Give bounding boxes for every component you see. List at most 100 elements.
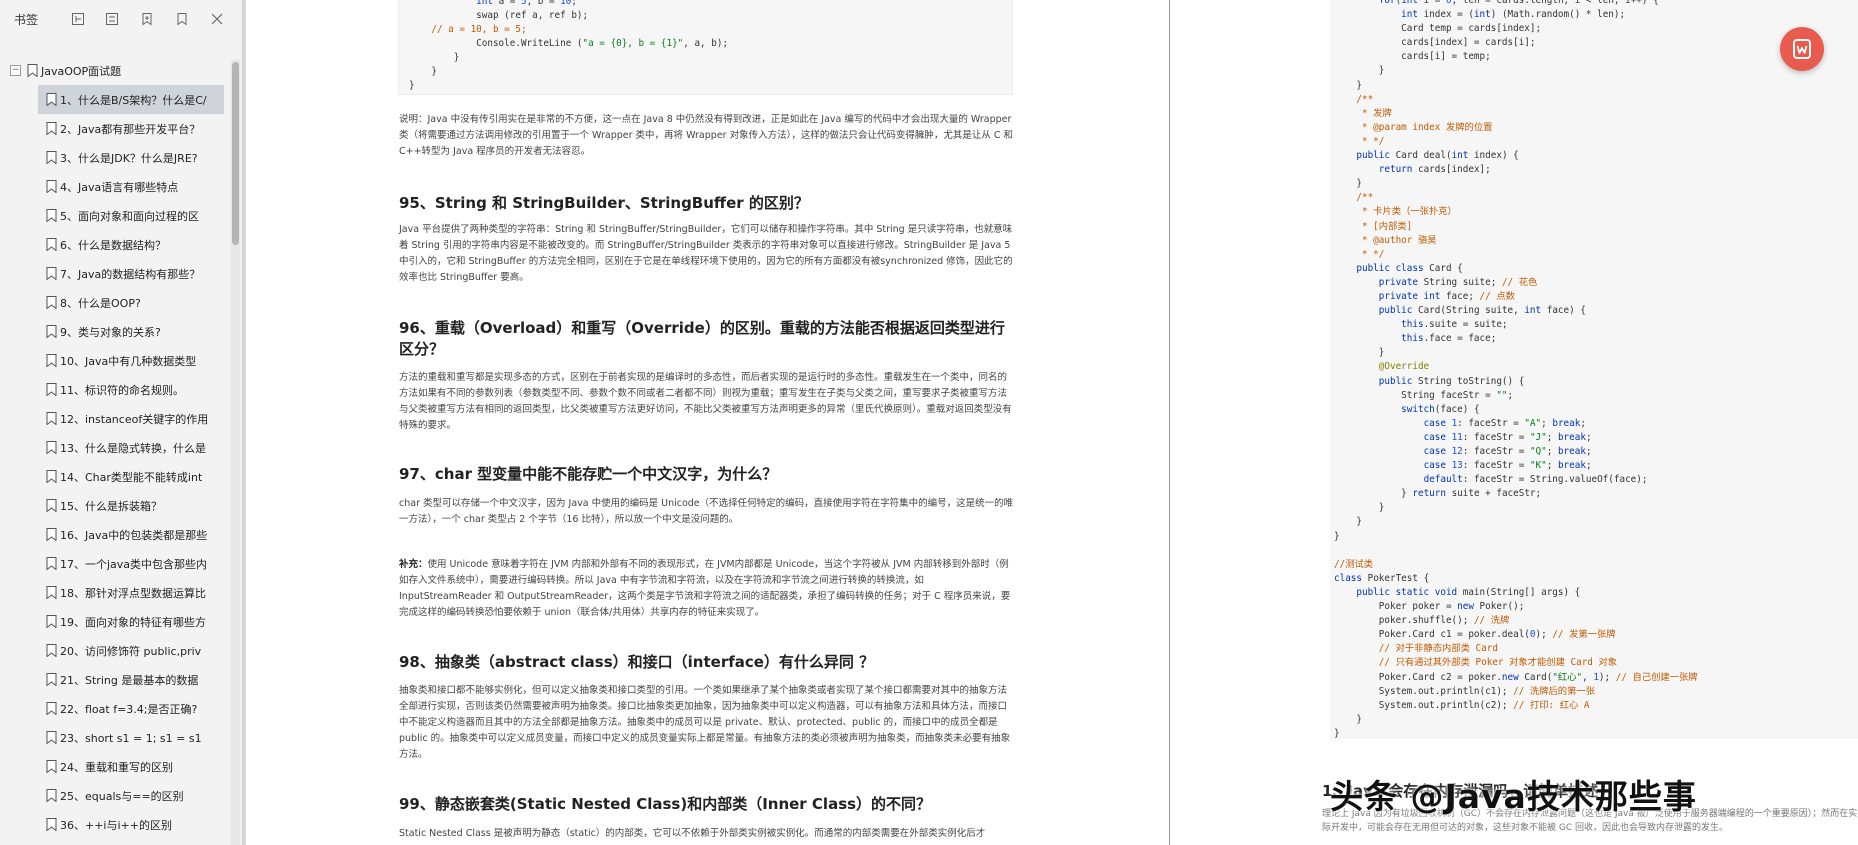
- close-icon[interactable]: [207, 9, 226, 29]
- bookmark-item[interactable]: 8、什么是OOP?: [38, 288, 224, 317]
- bookmark-item[interactable]: 18、那针对浮点型数据运算比: [38, 578, 224, 607]
- bookmark-item-label: 3、什么是JDK？什么是JRE?: [60, 151, 198, 165]
- code-line: public Card(String suite, int face) {: [1334, 304, 1858, 318]
- bookmark-item[interactable]: 21、String 是最基本的数据: [38, 665, 224, 694]
- code-token: ;: [571, 0, 577, 7]
- code-token: Card deal(: [1389, 150, 1452, 162]
- code-line: public class Card {: [1334, 262, 1858, 276]
- bookmark-root[interactable]: − JavaOOP面试题: [0, 56, 230, 85]
- bookmark-item[interactable]: 3、什么是JDK？什么是JRE?: [38, 143, 224, 172]
- code-token: System.out.println(c2);: [1334, 699, 1514, 711]
- code-line: }: [1334, 713, 1858, 727]
- code-line: switch(face) {: [1334, 403, 1858, 417]
- code-listing: for(int i = 0, len = cards.length; i < l…: [1334, 0, 1858, 739]
- code-token: .suite = suite;: [1423, 319, 1508, 331]
- code-line: }: [1334, 501, 1858, 515]
- bookmark-item[interactable]: 2、Java都有那些开发平台？: [38, 114, 224, 143]
- bookmark-item[interactable]: 25、equals与==的区别: [38, 781, 224, 810]
- code-line: case 13: faceStr = "K"; break;: [1334, 459, 1858, 473]
- code-line: public static void main(String[] args) {: [1334, 586, 1858, 600]
- collapse-all-icon[interactable]: [103, 9, 122, 29]
- bookmark-item[interactable]: 12、instanceof关键字的作用: [38, 404, 224, 433]
- code-token: class: [1334, 572, 1362, 584]
- code-line: }: [1334, 346, 1858, 360]
- code-line: poker.shuffle(); // 洗牌: [1334, 614, 1858, 628]
- bookmark-scrollbar[interactable]: [231, 60, 240, 845]
- code-token: );: [1535, 629, 1553, 641]
- bookmark-item[interactable]: 11、标识符的命名规则。: [38, 375, 224, 404]
- bookmark-item-label: 1、什么是B/S架构？什么是C/: [60, 93, 207, 107]
- bookmark-icon: [46, 93, 57, 106]
- code-token: Card temp = cards[index];: [1334, 23, 1542, 35]
- code-token: public class: [1356, 262, 1424, 274]
- paragraph-95: Java 平台提供了两种类型的字符串：String 和 StringBuffer…: [399, 224, 1013, 283]
- bookmark-item[interactable]: 14、Char类型能不能转成int: [38, 462, 224, 491]
- code-token: : faceStr =: [1462, 431, 1530, 443]
- bookmark-item[interactable]: 9、类与对象的关系?: [38, 317, 224, 346]
- code-token: String suite;: [1417, 276, 1502, 288]
- bookmark-item[interactable]: 5、面向对象和面向过程的区: [38, 201, 224, 230]
- floating-app-button[interactable]: [1780, 27, 1824, 71]
- bookmark-item[interactable]: 1、什么是B/S架构？什么是C/: [38, 85, 224, 114]
- code-token: // 只有通过其外部类 Poker 对象才能创建 Card 对象: [1334, 657, 1618, 669]
- bookmark-item-label: 13、什么是隐式转换，什么是: [60, 441, 206, 455]
- code-token: // 发第一张牌: [1552, 629, 1616, 641]
- bookmark-item[interactable]: 20、访问修饰符 public,priv: [38, 636, 224, 665]
- bookmark-item-label: 8、什么是OOP?: [60, 296, 141, 310]
- code-token: : faceStr =: [1462, 460, 1530, 472]
- code-token: ;: [1541, 417, 1553, 429]
- heading-95: 95、String 和 StringBuilder、StringBuffer 的…: [399, 194, 809, 212]
- code-block-swap: int a = 5, b = 10; swap (ref a, ref b); …: [398, 0, 1013, 95]
- code-line: * @author 骆昊: [1334, 234, 1858, 248]
- code-token: // 对于非静态内部类 Card: [1334, 643, 1498, 655]
- bookmark-item[interactable]: 7、Java的数据结构有那些？: [38, 259, 224, 288]
- paragraph-96: 方法的重载和重写都是实现多态的方式，区别在于前者实现的是编译时的多态性，而后者实…: [399, 372, 1012, 431]
- expand-all-icon[interactable]: [68, 9, 87, 29]
- code-token: ;: [1585, 431, 1592, 443]
- collapse-toggle-icon[interactable]: −: [10, 65, 21, 76]
- code-token: .face = face;: [1423, 333, 1497, 345]
- code-line: swap (ref a, ref b);: [409, 9, 1012, 23]
- heading-99: 99、静态嵌套类(Static Nested Class)和内部类（Inner …: [399, 795, 932, 813]
- code-token: poker.shuffle();: [1334, 615, 1474, 627]
- bookmark-item[interactable]: 23、short s1 = 1; s1 = s1: [38, 723, 224, 752]
- bookmark-icon: [46, 470, 57, 483]
- bookmark-outline-icon[interactable]: [173, 9, 192, 29]
- code-token: return: [1412, 488, 1446, 500]
- code-listing: int a = 5, b = 10; swap (ref a, ref b); …: [409, 0, 1012, 93]
- code-token: }: [1334, 488, 1413, 500]
- bookmark-item[interactable]: 10、Java中有几种数据类型: [38, 346, 224, 375]
- note-paragraph: 说明：Java 中没有传引用实在是非常的不方便，这一点在 Java 8 中仍然没…: [399, 114, 1014, 157]
- bookmark-item-label: 15、什么是拆装箱？: [60, 499, 162, 513]
- bookmark-item[interactable]: 24、重载和重写的区别: [38, 752, 224, 781]
- bookmark-item[interactable]: 17、一个java类中包含那些内: [38, 549, 224, 578]
- bookmark-item[interactable]: 36、++i与i++的区别: [38, 810, 224, 839]
- bookmark-item-label: 22、float f=3.4;是否正确?: [60, 702, 198, 716]
- code-token: // 洗牌: [1473, 615, 1510, 627]
- code-token: this: [1401, 333, 1424, 345]
- code-line: * 卡片类（一张扑克）: [1334, 205, 1858, 219]
- bookmark-item-label: 10、Java中有几种数据类型: [60, 354, 197, 368]
- bookmark-scrollbar-thumb[interactable]: [232, 62, 239, 245]
- code-token: break: [1557, 446, 1586, 457]
- code-line: case 12: faceStr = "Q"; break;: [1334, 445, 1858, 459]
- bookmark-item[interactable]: 6、什么是数据结构？: [38, 230, 224, 259]
- bookmark-item[interactable]: 13、什么是隐式转换，什么是: [38, 433, 224, 462]
- bookmark-item[interactable]: 15、什么是拆装箱？: [38, 491, 224, 520]
- code-token: 12: [1451, 446, 1463, 457]
- code-token: face;: [1440, 290, 1480, 302]
- bookmark-item[interactable]: 16、Java中的包装类都是那些: [38, 520, 224, 549]
- bookmark-item[interactable]: 19、面向对象的特征有哪些方: [38, 607, 224, 636]
- bookmark-icon: [46, 267, 57, 280]
- add-bookmark-icon[interactable]: [138, 9, 157, 29]
- paragraph-98: 抽象类和接口都不能够实例化，但可以定义抽象类和接口类型的引用。一个类如果继承了某…: [399, 685, 1011, 760]
- bookmark-item[interactable]: 4、Java语言有哪些特点: [38, 172, 224, 201]
- bookmark-item[interactable]: 22、float f=3.4;是否正确?: [38, 694, 224, 723]
- bookmark-item-label: 11、标识符的命名规则。: [60, 383, 184, 397]
- code-token: new: [1457, 601, 1474, 613]
- code-token: @Override: [1378, 361, 1430, 373]
- code-token: PokerTest {: [1362, 572, 1430, 584]
- code-token: ;: [1546, 431, 1558, 443]
